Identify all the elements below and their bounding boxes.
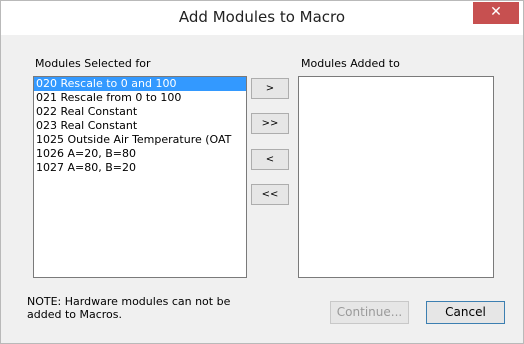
title-bar: Add Modules to Macro ✕ — [1, 1, 523, 35]
cancel-button[interactable]: Cancel — [426, 301, 505, 324]
close-button[interactable]: ✕ — [473, 2, 519, 24]
close-icon: ✕ — [490, 4, 502, 20]
remove-all-button[interactable]: << — [251, 184, 289, 205]
continue-button[interactable]: Continue... — [330, 301, 409, 324]
dialog-window: Add Modules to Macro ✕ Modules Selected … — [0, 0, 524, 344]
dialog-title: Add Modules to Macro — [178, 8, 346, 26]
hardware-note: NOTE: Hardware modules can not be added … — [27, 295, 230, 321]
list-item[interactable]: 021 Rescale from 0 to 100 — [34, 91, 246, 105]
modules-selected-list[interactable]: 020 Rescale to 0 and 100 021 Rescale fro… — [33, 76, 247, 278]
list-item[interactable]: 1025 Outside Air Temperature (OAT — [34, 133, 246, 147]
remove-button[interactable]: < — [251, 149, 289, 170]
list-item[interactable]: 023 Real Constant — [34, 119, 246, 133]
add-button[interactable]: > — [251, 78, 289, 99]
list-item[interactable]: 022 Real Constant — [34, 105, 246, 119]
list-item[interactable]: 020 Rescale to 0 and 100 — [34, 77, 246, 91]
modules-added-label: Modules Added to — [301, 57, 400, 70]
list-item[interactable]: 1027 A=80, B=20 — [34, 161, 246, 175]
note-line-2: added to Macros. — [27, 308, 123, 321]
modules-added-list[interactable] — [298, 76, 494, 278]
note-line-1: NOTE: Hardware modules can not be — [27, 295, 231, 308]
modules-selected-label: Modules Selected for — [35, 57, 151, 70]
list-item[interactable]: 1026 A=20, B=80 — [34, 147, 246, 161]
add-all-button[interactable]: >> — [251, 113, 289, 134]
